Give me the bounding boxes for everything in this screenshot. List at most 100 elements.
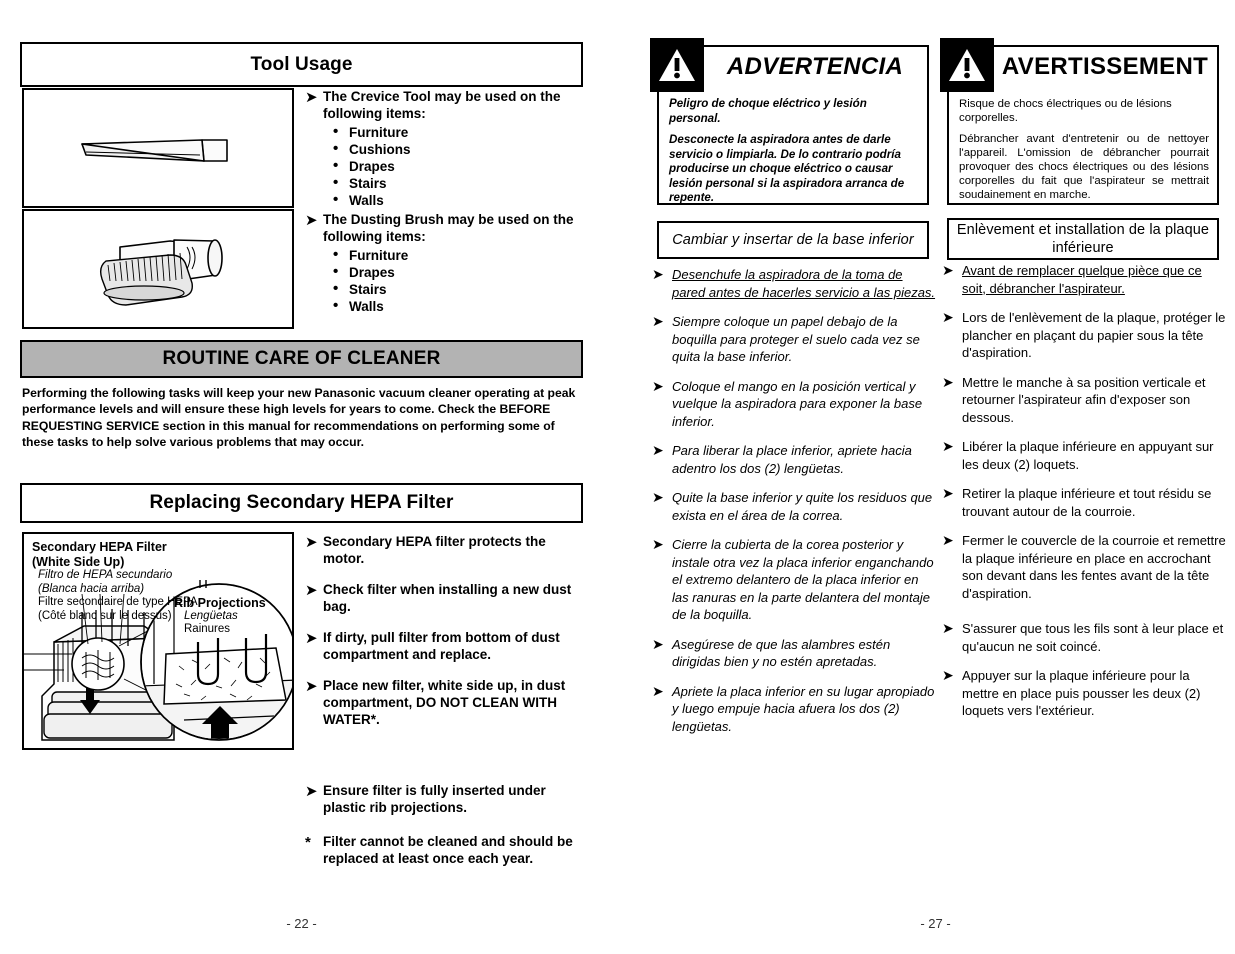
spanish-warning-box: ADVERTENCIA Peligro de choque eléctrico … [650,38,929,206]
list-item: ➤ Avant de remplacer quelque pièce que c… [942,262,1227,297]
spanish-bullet-1-text: Desenchufe la aspiradora de la toma de p… [672,267,936,300]
hepa-bullet-2: ➤ Check filter when installing a new dus… [305,581,589,615]
arrow-bullet-icon: ➤ [652,377,664,394]
spanish-instruction-list: ➤ Desenchufe la aspiradora de la toma de… [652,266,937,747]
spanish-bullet-8-text: Apriete la placa inferior en su lugar ap… [672,683,935,734]
rib-label-fr: Rainures [184,623,231,635]
arrow-bullet-icon: ➤ [942,262,954,278]
arrow-bullet-icon: ➤ [942,532,954,548]
arrow-bullet-icon: ➤ [652,635,664,652]
french-bullet-5-text: Retirer la plaque inférieure et tout rés… [962,486,1212,519]
hepa-bullet-3: ➤ If dirty, pull filter from bottom of d… [305,629,589,663]
french-warning-p2: Débrancher avant d'entretenir ou de nett… [959,133,1209,201]
french-bullet-4-text: Libérer la plaque inférieure en appuyant… [962,439,1214,472]
tool-usage-bullet-list: ➤ The Crevice Tool may be used on the fo… [305,88,587,315]
list-item: Stairs [333,280,587,298]
hepa-label-es-2: (Blanca hacia arriba) [38,582,145,595]
page-number-right: - 27 - [920,916,951,931]
arrow-bullet-icon: ➤ [305,212,318,229]
list-item: ➤ S'assurer que tous les fils sont à leu… [942,620,1227,655]
arrow-bullet-icon: ➤ [942,373,954,390]
list-item: ➤ Asegúrese de que las alambres estén di… [652,636,937,671]
rib-label-es: Lengüetas [184,610,238,622]
list-item: ➤ Fermer le couvercle de la courroie et … [942,532,1227,602]
spanish-subtitle: Cambiar y insertar de la base inferior [672,232,914,248]
arrow-bullet-icon: ➤ [305,783,318,800]
manual-page-spread: Tool Usage ➤ The Crevice Tool may be use… [0,0,1235,954]
arrow-bullet-icon: ➤ [305,582,318,599]
french-subtitle: Enlèvement et installation de la plaque … [956,222,1210,256]
tool-usage-title: Tool Usage [250,53,353,75]
hepa-figure-rib-label: Rib Projections Lengüetas Rainures [174,596,286,636]
page-number-left: - 22 - [286,916,317,931]
list-item: Cushions [333,140,587,158]
list-item: Drapes [333,263,587,281]
arrow-bullet-icon: ➤ [305,89,318,106]
french-bullet-6-text: Fermer le couvercle de la courroie et re… [962,533,1226,601]
french-warning-word: AVERTISSEMENT [1001,53,1209,80]
list-item: ➤ Libérer la plaque inférieure en appuya… [942,438,1227,473]
spanish-bullet-3-text: Coloque el mango en la posición vertical… [672,378,923,429]
french-bullet-7-text: S'assurer que tous les fils sont à leur … [962,621,1224,654]
list-item: Drapes [333,157,587,175]
arrow-bullet-icon: ➤ [942,309,954,325]
routine-care-banner: ROUTINE CARE OF CLEANER [20,340,583,378]
french-warning-p1: Risque de chocs électriques ou de lésion… [959,98,1172,124]
list-item: ➤ Cierre la cubierta de la corea posteri… [652,536,937,624]
arrow-bullet-icon: ➤ [652,682,664,699]
french-warning-header: AVERTISSEMENT [940,38,1217,95]
french-instruction-list: ➤ Avant de remplacer quelque pièce que c… [942,262,1227,732]
tool-bullet-brush-text: The Dusting Brush may be used on the fol… [323,212,574,244]
hepa-bullet-5-text: Ensure filter is fully inserted under pl… [323,783,546,815]
hepa-filter-illustration: Secondary HEPA Filter (White Side Up) Fi… [22,532,294,750]
list-item: Stairs [333,174,587,192]
arrow-bullet-icon: ➤ [305,678,318,695]
tool-bullet-crevice: ➤ The Crevice Tool may be used on the fo… [305,88,587,122]
hepa-footnote-text: Filter cannot be cleaned and should be r… [323,834,573,866]
list-item: ➤ Retirer la plaque inférieure et tout r… [942,485,1227,520]
hepa-title: Replacing Secondary HEPA Filter [149,492,454,513]
french-bullet-2-text: Lors de l'enlèvement de la plaque, proté… [962,310,1226,360]
warning-triangle-icon [940,38,994,92]
list-item: ➤ Coloque el mango en la posición vertic… [652,378,937,431]
french-bullet-8-text: Appuyer sur la plaque inférieure pour la… [962,668,1201,718]
list-item: ➤ Lors de l'enlèvement de la plaque, pro… [942,309,1227,362]
dusting-brush-illustration [22,209,294,329]
hepa-bullet-1: ➤ Secondary HEPA filter protects the mot… [305,533,589,567]
arrow-bullet-icon: ➤ [652,313,664,329]
tool-bullet-brush: ➤ The Dusting Brush may be used on the f… [305,211,587,245]
spanish-warning-body: Peligro de choque eléctrico y lesión per… [659,97,927,206]
hepa-bullet-list: ➤ Secondary HEPA filter protects the mot… [305,533,589,742]
arrow-bullet-icon: ➤ [942,438,954,454]
arrow-bullet-icon: ➤ [652,442,664,458]
hepa-bullet-1-text: Secondary HEPA filter protects the motor… [323,534,546,566]
hepa-bullet-list-lower: ➤ Ensure filter is fully inserted under … [305,782,589,884]
french-bullet-3-text: Mettre le manche à sa position verticale… [962,374,1206,425]
hepa-footnote: * Filter cannot be cleaned and should be… [305,833,589,867]
hepa-bullet-5: ➤ Ensure filter is fully inserted under … [305,782,589,816]
spanish-bullet-5-text: Quite la base inferior y quite los resid… [672,490,933,523]
list-item: ➤ Appuyer sur la plaque inférieure pour … [942,667,1227,720]
spanish-subtitle-box: Cambiar y insertar de la base inferior [657,221,929,259]
spanish-warning-p1: Peligro de choque eléctrico y lesión per… [669,97,867,125]
warning-triangle-icon [650,38,704,92]
list-item: Walls [333,297,587,315]
arrow-bullet-icon: ➤ [652,536,664,552]
french-subtitle-box: Enlèvement et installation de la plaque … [947,218,1219,260]
routine-care-paragraph: Performing the following tasks will keep… [22,386,576,449]
list-item: ➤ Apriete la placa inferior en su lugar … [652,683,937,736]
spanish-warning-header: ADVERTENCIA [650,38,927,95]
rib-label-en: Rib Projections [174,596,266,610]
hepa-bullet-4-text: Place new filter, white side up, in dust… [323,678,566,727]
hepa-bullet-2-text: Check filter when installing a new dust … [323,582,572,614]
french-bullet-1-text: Avant de remplacer quelque pièce que ce … [962,263,1202,296]
spanish-warning-p2: Desconecte la aspiradora antes de darle … [669,133,905,204]
french-warning-box: AVERTISSEMENT Risque de chocs électrique… [940,38,1219,205]
spanish-bullet-4-text: Para liberar la place inferior, apriete … [672,443,912,476]
arrow-bullet-icon: ➤ [652,266,664,282]
spanish-warning-word: ADVERTENCIA [726,53,904,80]
spanish-bullet-6-text: Cierre la cubierta de la corea posterior… [672,537,934,622]
hepa-bullet-3-text: If dirty, pull filter from bottom of dus… [323,630,560,662]
list-item: Furniture [333,246,587,264]
tool-bullet-crevice-text: The Crevice Tool may be used on the foll… [323,89,561,121]
